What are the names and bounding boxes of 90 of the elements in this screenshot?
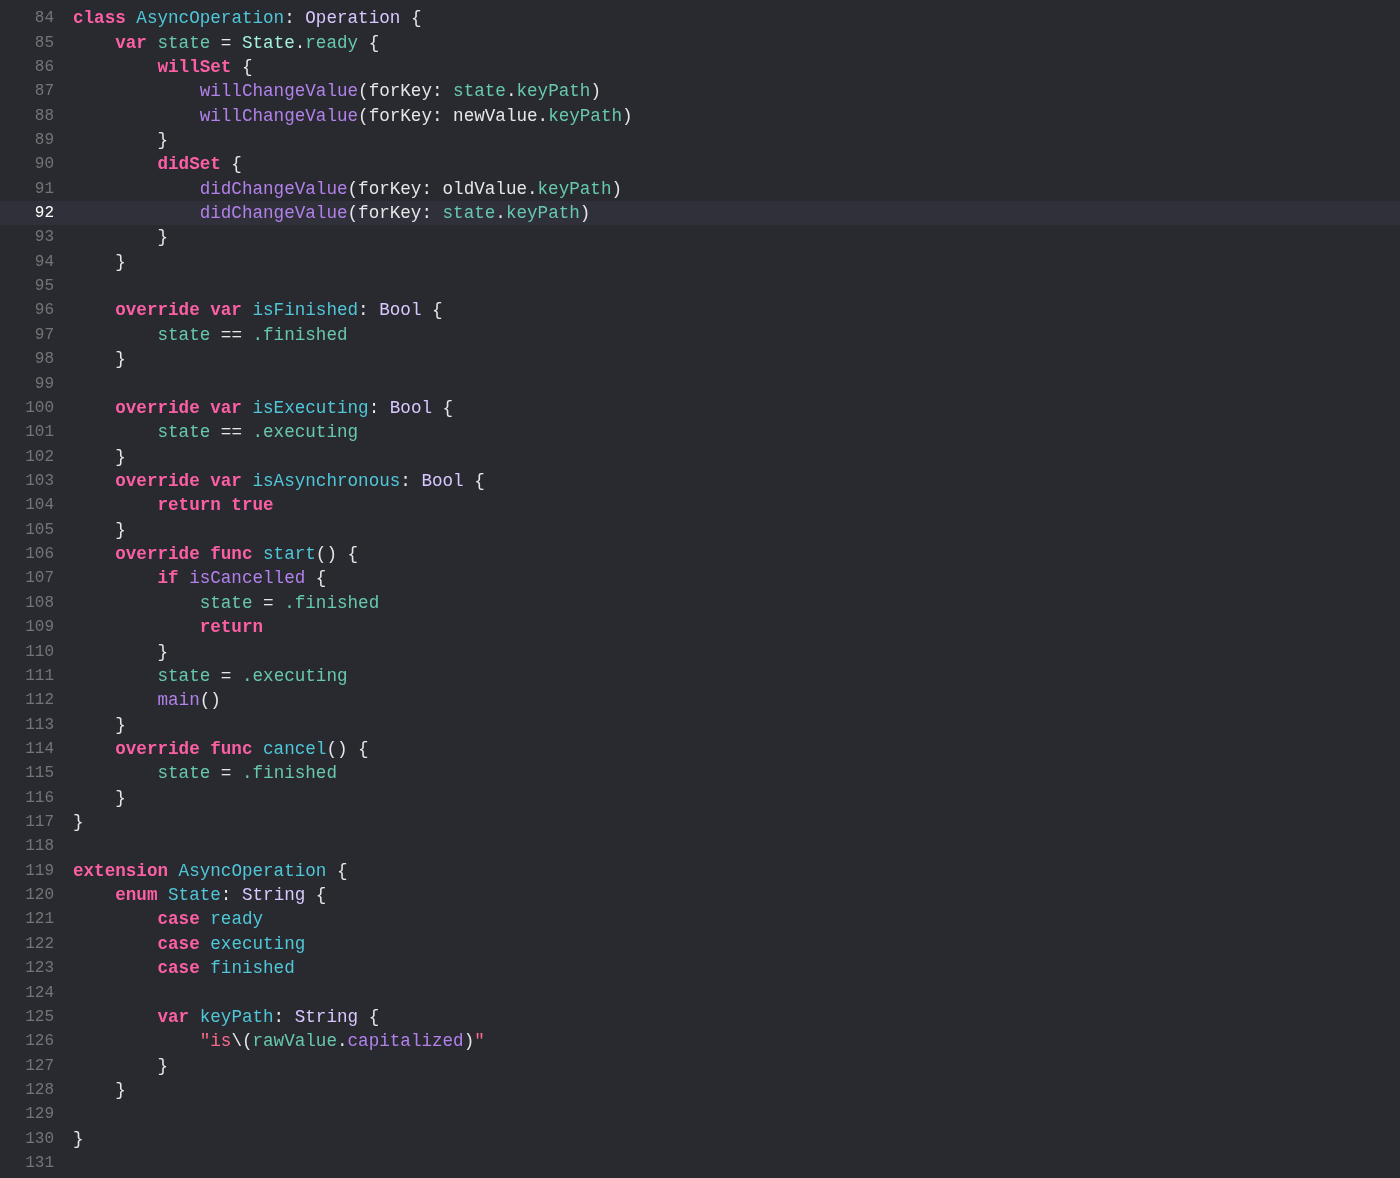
line-number: 130 bbox=[24, 1129, 54, 1148]
code-line: } bbox=[114, 1080, 126, 1100]
line-number: 124 bbox=[24, 983, 54, 1002]
code-line: willChangeValue(forKey: newValue.keyPath) bbox=[198, 105, 633, 126]
line-number: 119 bbox=[24, 861, 54, 880]
code-line: state == .executing bbox=[156, 422, 359, 443]
code-line: } bbox=[114, 446, 126, 467]
code-line: state = .executing bbox=[156, 665, 348, 686]
line-number: 90 bbox=[33, 155, 54, 174]
code-line: } bbox=[73, 1128, 84, 1149]
line-number: 103 bbox=[24, 472, 54, 490]
line-number: 125 bbox=[24, 1007, 54, 1026]
code-line: } bbox=[114, 714, 126, 735]
line-number: 129 bbox=[24, 1105, 54, 1124]
code-line: state = .finished bbox=[198, 592, 380, 613]
code-line: class AsyncOperation: Operation { bbox=[73, 8, 422, 29]
code-line: } bbox=[114, 519, 126, 540]
line-number: 114 bbox=[24, 739, 54, 758]
code-line: case executing bbox=[156, 933, 306, 954]
code-line: didSet { bbox=[156, 154, 242, 175]
line-number: 95 bbox=[33, 277, 54, 296]
code-line: case finished bbox=[156, 958, 295, 979]
line-number: 115 bbox=[24, 764, 54, 783]
line-number: 86 bbox=[33, 57, 54, 76]
line-number: 84 bbox=[33, 9, 54, 28]
code-line: return true bbox=[156, 495, 274, 516]
code-line: override func start() { bbox=[114, 544, 359, 565]
line-number: 88 bbox=[33, 106, 54, 125]
line-number: 112 bbox=[24, 691, 54, 710]
line-number: 92 bbox=[33, 204, 54, 223]
code-line: extension AsyncOperation { bbox=[73, 860, 348, 881]
line-number: 131 bbox=[24, 1154, 54, 1173]
code-line: var state = State.ready { bbox=[114, 32, 380, 53]
line-number: 123 bbox=[24, 959, 54, 978]
code-line: willChangeValue(forKey: state.keyPath) bbox=[198, 81, 601, 102]
code-line: enum State: String { bbox=[114, 885, 327, 906]
line-number: 118 bbox=[24, 837, 54, 856]
line-number: 111 bbox=[24, 666, 54, 685]
code-line: } bbox=[114, 787, 126, 808]
code-line: } bbox=[156, 641, 169, 662]
line-number: 97 bbox=[33, 325, 54, 344]
line-number: 87 bbox=[33, 82, 54, 101]
code-line: override var isAsynchronous: Bool { bbox=[114, 471, 485, 491]
line-number: 117 bbox=[24, 813, 54, 832]
line-number: 85 bbox=[33, 33, 54, 52]
code-line: override var isExecuting: Bool { bbox=[114, 397, 454, 418]
code-line: case ready bbox=[156, 909, 264, 930]
line-number: 94 bbox=[33, 252, 54, 271]
line-number: 126 bbox=[24, 1032, 54, 1051]
code-line: var keyPath: String { bbox=[156, 1006, 380, 1027]
code-line: state == .finished bbox=[156, 324, 348, 345]
code-line: main() bbox=[156, 690, 221, 711]
code-line: } bbox=[114, 251, 126, 272]
code-line: didChangeValue(forKey: state.keyPath) bbox=[198, 203, 591, 224]
line-number: 98 bbox=[33, 350, 54, 369]
code-line: "is\(rawValue.capitalized)" bbox=[198, 1031, 485, 1052]
line-number: 91 bbox=[33, 179, 54, 198]
line-number: 99 bbox=[33, 374, 54, 393]
code-line: if isCancelled { bbox=[156, 568, 327, 589]
line-number: 105 bbox=[24, 520, 54, 539]
line-number: 121 bbox=[24, 910, 54, 929]
code-line: didChangeValue(forKey: oldValue.keyPath) bbox=[198, 178, 623, 199]
code-line: state = .finished bbox=[156, 763, 337, 784]
line-number: 107 bbox=[24, 569, 54, 588]
code-line: } bbox=[73, 812, 84, 833]
line-number: 116 bbox=[24, 788, 54, 807]
line-number: 113 bbox=[24, 715, 54, 734]
code-line: } bbox=[156, 129, 169, 150]
line-number: 93 bbox=[33, 228, 54, 247]
line-number: 127 bbox=[24, 1056, 54, 1075]
line-number: 109 bbox=[24, 618, 54, 637]
line-number: 110 bbox=[24, 642, 54, 661]
code-line: return bbox=[198, 617, 264, 638]
code-line: willSet { bbox=[156, 56, 253, 77]
line-number: 100 bbox=[24, 398, 54, 417]
code-line: } bbox=[156, 227, 169, 248]
line-number: 101 bbox=[24, 423, 54, 442]
code-line: } bbox=[114, 349, 126, 370]
line-number: 89 bbox=[33, 130, 54, 149]
line-number: 104 bbox=[24, 496, 54, 515]
line-number: 120 bbox=[24, 886, 54, 905]
code-line: } bbox=[156, 1055, 169, 1076]
code-line: override func cancel() { bbox=[114, 738, 369, 759]
line-number: 122 bbox=[24, 934, 54, 953]
line-number: 128 bbox=[24, 1081, 54, 1099]
line-number: 96 bbox=[33, 301, 54, 320]
code-line: override var isFinished: Bool { bbox=[114, 300, 443, 321]
line-number: 108 bbox=[24, 593, 54, 612]
line-number: 102 bbox=[24, 447, 54, 466]
line-number: 106 bbox=[24, 545, 54, 564]
